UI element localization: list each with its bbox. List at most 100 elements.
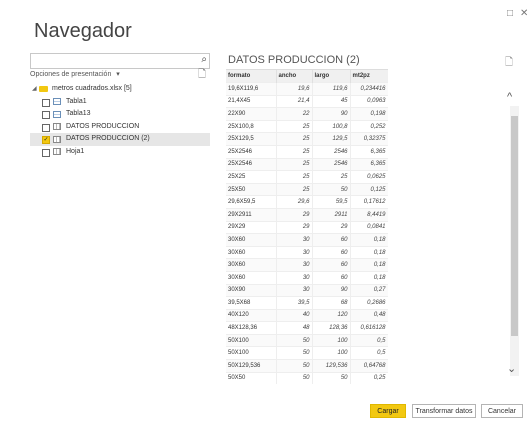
restore-icon[interactable]: □ — [507, 8, 513, 19]
column-header[interactable]: ancho — [276, 70, 313, 83]
table-cell: 19,6X119,6 — [226, 82, 277, 96]
checkbox[interactable] — [42, 123, 50, 132]
table-row: 21,4X45 21,4 45 0,0963 — [226, 94, 388, 108]
table-cell: 0,2686 — [350, 296, 388, 310]
scroll-up-icon[interactable]: ^ — [507, 91, 512, 103]
table-row: 30X60 30 60 0,18 — [226, 245, 388, 259]
table-row: 25X129,5 25 129,5 0,32375 — [226, 132, 388, 146]
table-cell: 25X129,5 — [226, 132, 277, 146]
tree-item-label: DATOS PRODUCCION (2) — [66, 135, 150, 142]
table-row: 30X90 30 90 0,27 — [226, 283, 388, 297]
sheet-icon — [53, 135, 61, 143]
table-cell: 45 — [312, 94, 351, 108]
table-cell: 128,36 — [312, 321, 351, 335]
checkbox[interactable]: ✓ — [42, 136, 50, 144]
table-cell: 30 — [276, 283, 313, 297]
transform-data-button[interactable]: Transformar datos — [412, 404, 476, 418]
table-cell: 50X129,536 — [226, 359, 277, 373]
table-cell: 60 — [312, 270, 351, 284]
table-cell: 40 — [276, 308, 313, 322]
table-cell: 25X2546 — [226, 144, 277, 159]
table-cell: 29,6 — [276, 195, 313, 209]
table-cell: 100 — [312, 333, 351, 347]
table-cell: 0,234416 — [350, 82, 388, 96]
table-cell: 25X2546 — [226, 157, 277, 171]
table-cell: 21,4X45 — [226, 94, 277, 108]
tree-item[interactable]: Tabla13 — [30, 108, 210, 121]
table-row: 25X2546 25 2546 6,365 — [226, 157, 388, 171]
tree-item[interactable]: Hoja1 — [30, 146, 210, 159]
scroll-down-icon[interactable]: ⌄ — [507, 362, 516, 375]
tree-item[interactable]: ✓ DATOS PRODUCCION (2) — [30, 133, 210, 146]
table-cell: 0,27 — [350, 283, 388, 297]
table-cell: 29X2911 — [226, 207, 277, 222]
tree-item-label: Tabla1 — [66, 97, 87, 105]
table-cell: 30X60 — [226, 270, 277, 284]
display-options-label: Opciones de presentación — [30, 71, 112, 78]
navigator-dialog: Navegador □ ✕ ⌕ Opciones de presentación… — [0, 0, 528, 426]
search-icon[interactable]: ⌕ — [201, 54, 207, 65]
table-cell: 0,125 — [350, 182, 388, 196]
table-cell: 25X100,8 — [226, 119, 277, 133]
checkbox[interactable] — [42, 148, 50, 157]
navigator-tree: ◢ metros cuadrados.xlsx [5] Tabla1 Tabla13 D… — [30, 83, 210, 158]
cancel-button[interactable]: Cancelar — [481, 404, 523, 418]
table-cell: 25X50 — [226, 182, 277, 196]
table-cell: 25 — [276, 170, 313, 184]
checkbox[interactable] — [42, 98, 50, 107]
table-row: 29X2911 29 2911 8,4419 — [226, 207, 388, 222]
table-cell: 30 — [276, 233, 313, 247]
table-cell: 6,365 — [350, 157, 388, 171]
tree-item[interactable]: DATOS PRODUCCION — [30, 121, 210, 134]
table-row: 30X60 30 60 0,18 — [226, 258, 388, 272]
table-cell: 100,8 — [312, 119, 351, 133]
table-cell: 25 — [276, 144, 313, 159]
table-cell: 50X50 — [226, 371, 277, 385]
table-cell: 59,5 — [312, 195, 351, 209]
scrollbar-thumb[interactable] — [511, 116, 518, 336]
load-button[interactable]: Cargar — [370, 404, 406, 418]
table-cell: 30X60 — [226, 233, 277, 247]
checkbox[interactable] — [42, 111, 50, 119]
chevron-down-icon: ▾ — [116, 71, 120, 78]
table-row: 25X25 25 25 0,0625 — [226, 170, 388, 184]
column-header[interactable]: largo — [312, 70, 351, 83]
vertical-scrollbar[interactable] — [510, 106, 519, 376]
table-cell: 30X60 — [226, 245, 277, 259]
table-cell: 50 — [276, 371, 313, 385]
column-header[interactable]: mt2pz — [350, 70, 388, 83]
table-cell: 90 — [312, 107, 351, 121]
table-cell: 129,5 — [312, 132, 351, 146]
refresh-document-icon[interactable]: 🗋 — [198, 67, 206, 84]
column-header[interactable]: formato — [226, 70, 277, 83]
tree-item[interactable]: ◢ metros cuadrados.xlsx [5] — [30, 83, 210, 96]
table-cell: 0,18 — [350, 245, 388, 259]
table-cell: 60 — [312, 258, 351, 272]
table-cell: 29X29 — [226, 220, 277, 234]
table-cell: 60 — [312, 245, 351, 259]
table-row: 50X100 50 100 0,5 — [226, 333, 388, 347]
table-header-row: formato ancho largo mt2pz — [226, 70, 388, 83]
table-row: 29X29 29 29 0,0841 — [226, 220, 388, 234]
search-box: ⌕ — [30, 53, 210, 73]
table-cell: 50 — [276, 333, 313, 347]
table-row: 25X100,8 25 100,8 0,252 — [226, 119, 388, 133]
table-cell: 25 — [276, 119, 313, 133]
table-cell: 22 — [276, 107, 313, 121]
table-cell: 25 — [276, 157, 313, 171]
table-cell: 50X100 — [226, 333, 277, 347]
table-cell: 21,4 — [276, 94, 313, 108]
table-row: 25X50 25 50 0,125 — [226, 182, 388, 196]
table-row: 50X129,536 50 129,536 0,64768 — [226, 359, 388, 373]
export-icon[interactable]: 🗋 — [505, 55, 513, 72]
display-options-dropdown[interactable]: Opciones de presentación ▾ — [30, 70, 120, 78]
tree-item[interactable]: Tabla1 — [30, 96, 210, 109]
table-cell: 39,5X68 — [226, 296, 277, 310]
preview-title: DATOS PRODUCCION (2) — [228, 54, 360, 66]
preview-table: formato ancho largo mt2pz 19,6X119,6 19,6 119… — [226, 69, 388, 388]
close-icon[interactable]: ✕ — [520, 8, 528, 19]
table-cell: 0,25 — [350, 371, 388, 385]
expand-triangle-icon[interactable]: ◢ — [32, 83, 37, 96]
table-cell: 8,4419 — [350, 207, 388, 222]
table-cell: 2911 — [312, 207, 351, 222]
